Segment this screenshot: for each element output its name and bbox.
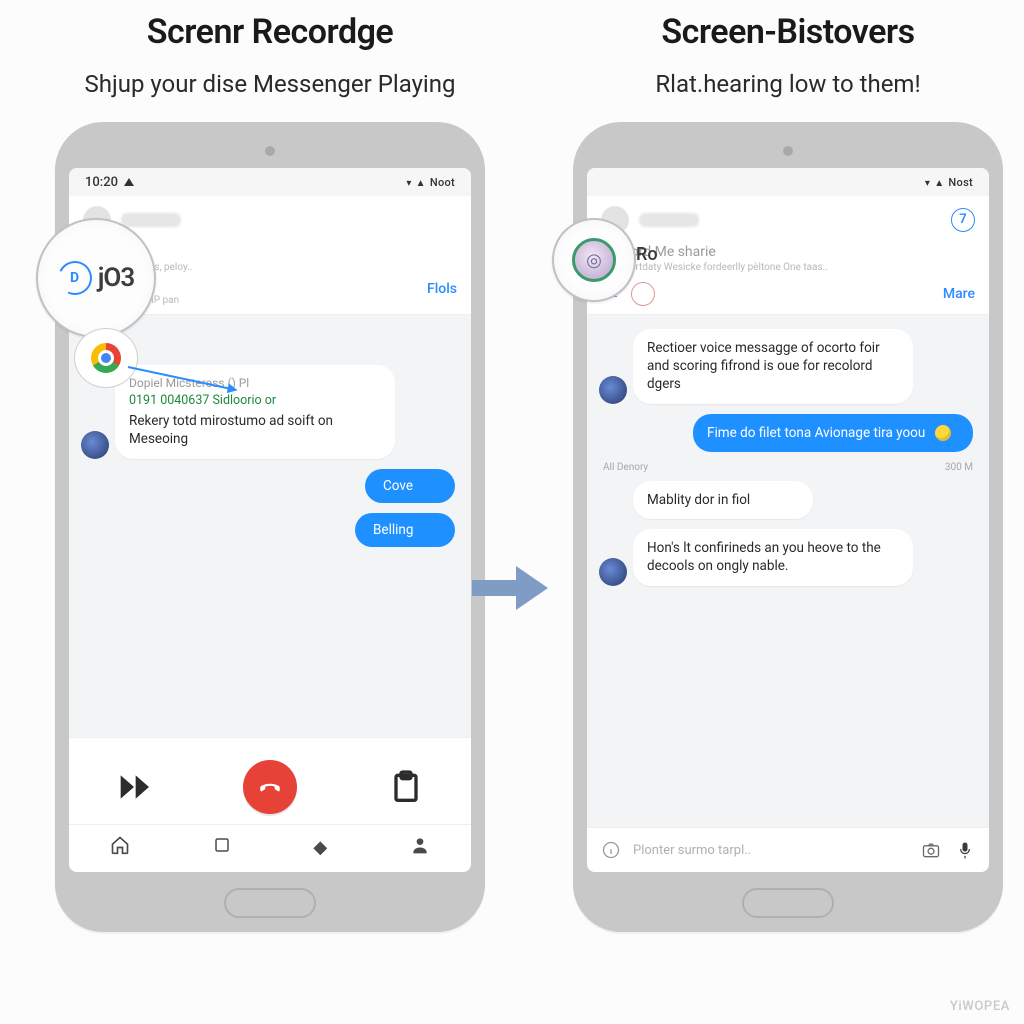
message-incoming[interactable]: Hon's lt confirineds an you heove to the… xyxy=(633,529,913,585)
wifi-icon xyxy=(406,176,411,189)
watermark: YiWOPEA xyxy=(950,999,1010,1014)
message-incoming[interactable]: Dopiel Micsteress () Pl 0191 0040637 Sid… xyxy=(115,365,395,459)
panel-left: Screnr Recordge Shjup your dise Messenge… xyxy=(30,12,510,932)
message-phone-number[interactable]: 0191 0040637 Sidloorio or xyxy=(129,393,381,410)
message-outgoing[interactable]: Belling xyxy=(355,513,455,547)
nav-profile-icon[interactable] xyxy=(410,835,430,860)
message-body: Mablity dor in fiol xyxy=(647,492,750,508)
panel-left-subtitle: Shjup your dise Messenger Playing xyxy=(30,70,510,98)
flow-arrow-icon xyxy=(470,560,550,616)
signal-icon xyxy=(934,176,944,189)
header-link-mare[interactable]: Mare xyxy=(943,286,975,302)
sender-avatar-icon[interactable] xyxy=(81,431,109,459)
call-controls xyxy=(69,737,471,824)
wifi-icon xyxy=(925,176,930,189)
message-input-bar: Plonter surmo tarpl.. xyxy=(587,827,989,872)
meta-time: 300 M xyxy=(945,462,973,473)
magnifier-callout-left: D jO3 xyxy=(36,218,156,338)
message-incoming[interactable]: Mablity dor in fiol xyxy=(633,481,813,519)
status-time: 10:20 xyxy=(85,175,118,190)
status-bar: Nost xyxy=(587,168,989,196)
message-body: Hon's lt confirineds an you heove to the… xyxy=(647,540,881,574)
nav-diamond-icon[interactable]: ◆ xyxy=(313,837,327,858)
panel-left-title: Screnr Recordge xyxy=(30,12,510,52)
header-action-badge[interactable]: 7 xyxy=(951,208,975,232)
message-meta: All Denory 300 M xyxy=(603,462,973,473)
avatar-zoom-icon: ◎ xyxy=(572,238,616,282)
signal-icon xyxy=(416,176,426,189)
panel-right-subtitle: Rlat.hearing low to them! xyxy=(548,70,1024,98)
phone-home-button[interactable] xyxy=(742,888,834,918)
status-carrier: Nost xyxy=(948,176,973,189)
panel-right-title: Screen-Bistovers xyxy=(548,12,1024,52)
magnifier-callout-right: ◎ xyxy=(552,218,636,302)
chat-header-title: Scoord Me sharie xyxy=(607,244,975,260)
chat-header-sub: Desportdaty Wesicke fordeerlly pèltone O… xyxy=(607,262,975,273)
system-navigation: ◆ xyxy=(69,824,471,872)
info-icon[interactable] xyxy=(599,838,623,862)
end-call-button[interactable] xyxy=(243,760,297,814)
skip-icon[interactable] xyxy=(114,767,154,807)
header-link-flols[interactable]: Flols xyxy=(427,281,457,297)
messenger-circle-icon: D xyxy=(53,256,97,300)
message-body: Rectioer voice messagge of ocorto foir a… xyxy=(647,340,880,392)
meta-status: All Denory xyxy=(603,462,648,473)
screen-right: Nost 7 Scoord Me sharie Desportdaty Wesi… xyxy=(587,168,989,872)
blurred-title xyxy=(121,213,181,227)
nav-home-icon[interactable] xyxy=(110,835,130,860)
sender-avatar-icon[interactable] xyxy=(599,376,627,404)
header-hint: Deo IP pan xyxy=(131,295,457,306)
message-title: Dopiel Micsteress () Pl xyxy=(129,375,381,391)
message-outgoing[interactable]: Fime do filet tona Avionage tira yoou xyxy=(693,414,973,452)
magnifier-right-label: Ro xyxy=(636,244,658,265)
blurred-title xyxy=(639,213,699,227)
camera-icon[interactable] xyxy=(919,838,943,862)
status-bar: 10:20 Noot xyxy=(69,168,471,196)
panel-right: Screen-Bistovers Rlat.hearing low to the… xyxy=(548,12,1024,932)
message-input[interactable]: Plonter surmo tarpl.. xyxy=(633,843,909,858)
message-body: Rekery totd mirostumo ad soift on Meseoi… xyxy=(129,412,381,448)
emoji-icon xyxy=(935,425,951,441)
chrome-callout-icon xyxy=(74,328,138,388)
sender-avatar-icon[interactable] xyxy=(599,558,627,586)
message-outgoing[interactable]: Cove xyxy=(365,469,455,503)
magnifier-text: jO3 xyxy=(98,263,134,293)
nav-recents-icon[interactable] xyxy=(213,836,231,859)
small-avatar-icon[interactable] xyxy=(631,282,655,306)
clipboard-icon[interactable] xyxy=(386,767,426,807)
message-body: Fime do filet tona Avionage tira yoou xyxy=(707,425,925,441)
chat-body-right[interactable]: Rectioer voice messagge of ocorto foir a… xyxy=(587,315,989,827)
mic-icon[interactable] xyxy=(953,838,977,862)
phone-home-button[interactable] xyxy=(224,888,316,918)
status-carrier: Noot xyxy=(430,176,455,189)
location-icon xyxy=(124,178,134,186)
chrome-icon xyxy=(91,343,121,373)
message-incoming[interactable]: Rectioer voice messagge of ocorto foir a… xyxy=(633,329,913,404)
